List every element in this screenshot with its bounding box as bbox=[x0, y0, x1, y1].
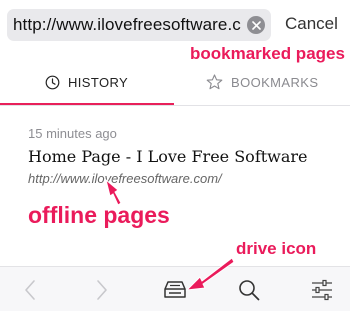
star-icon bbox=[206, 74, 223, 90]
url-input[interactable]: http://www.ilovefreesoftware.c bbox=[13, 15, 243, 35]
settings-sliders-icon[interactable] bbox=[308, 276, 336, 304]
url-search-bar[interactable]: http://www.ilovefreesoftware.c bbox=[7, 9, 271, 41]
clock-icon bbox=[45, 75, 60, 90]
drive-icon[interactable] bbox=[161, 276, 189, 304]
tab-bar: HISTORY BOOKMARKS bbox=[0, 62, 350, 105]
list-item[interactable]: 15 minutes ago Home Page - I Love Free S… bbox=[28, 126, 338, 186]
back-arrow-icon[interactable] bbox=[16, 276, 44, 304]
history-item-title: Home Page - I Love Free Software bbox=[28, 147, 308, 166]
history-item-time: 15 minutes ago bbox=[28, 126, 117, 141]
search-icon[interactable] bbox=[235, 276, 263, 304]
annotation-offline-pages: offline pages bbox=[28, 202, 170, 228]
bottom-toolbar bbox=[0, 266, 350, 311]
history-screen: http://www.ilovefreesoftware.c Cancel HI… bbox=[0, 0, 350, 311]
tab-history[interactable]: HISTORY bbox=[45, 62, 128, 102]
tab-history-label: HISTORY bbox=[68, 74, 129, 90]
tab-bookmarks[interactable]: BOOKMARKS bbox=[206, 62, 318, 102]
tab-bookmarks-label: BOOKMARKS bbox=[231, 74, 319, 90]
cancel-button[interactable]: Cancel bbox=[285, 14, 338, 34]
divider bbox=[0, 105, 350, 106]
clear-icon[interactable] bbox=[247, 16, 265, 34]
history-item-url: http://www.ilovefreesoftware.com/ bbox=[28, 171, 222, 186]
annotation-bookmarked-pages: bookmarked pages bbox=[190, 44, 345, 63]
annotation-drive-icon: drive icon bbox=[236, 239, 317, 258]
forward-arrow-icon[interactable] bbox=[88, 276, 116, 304]
